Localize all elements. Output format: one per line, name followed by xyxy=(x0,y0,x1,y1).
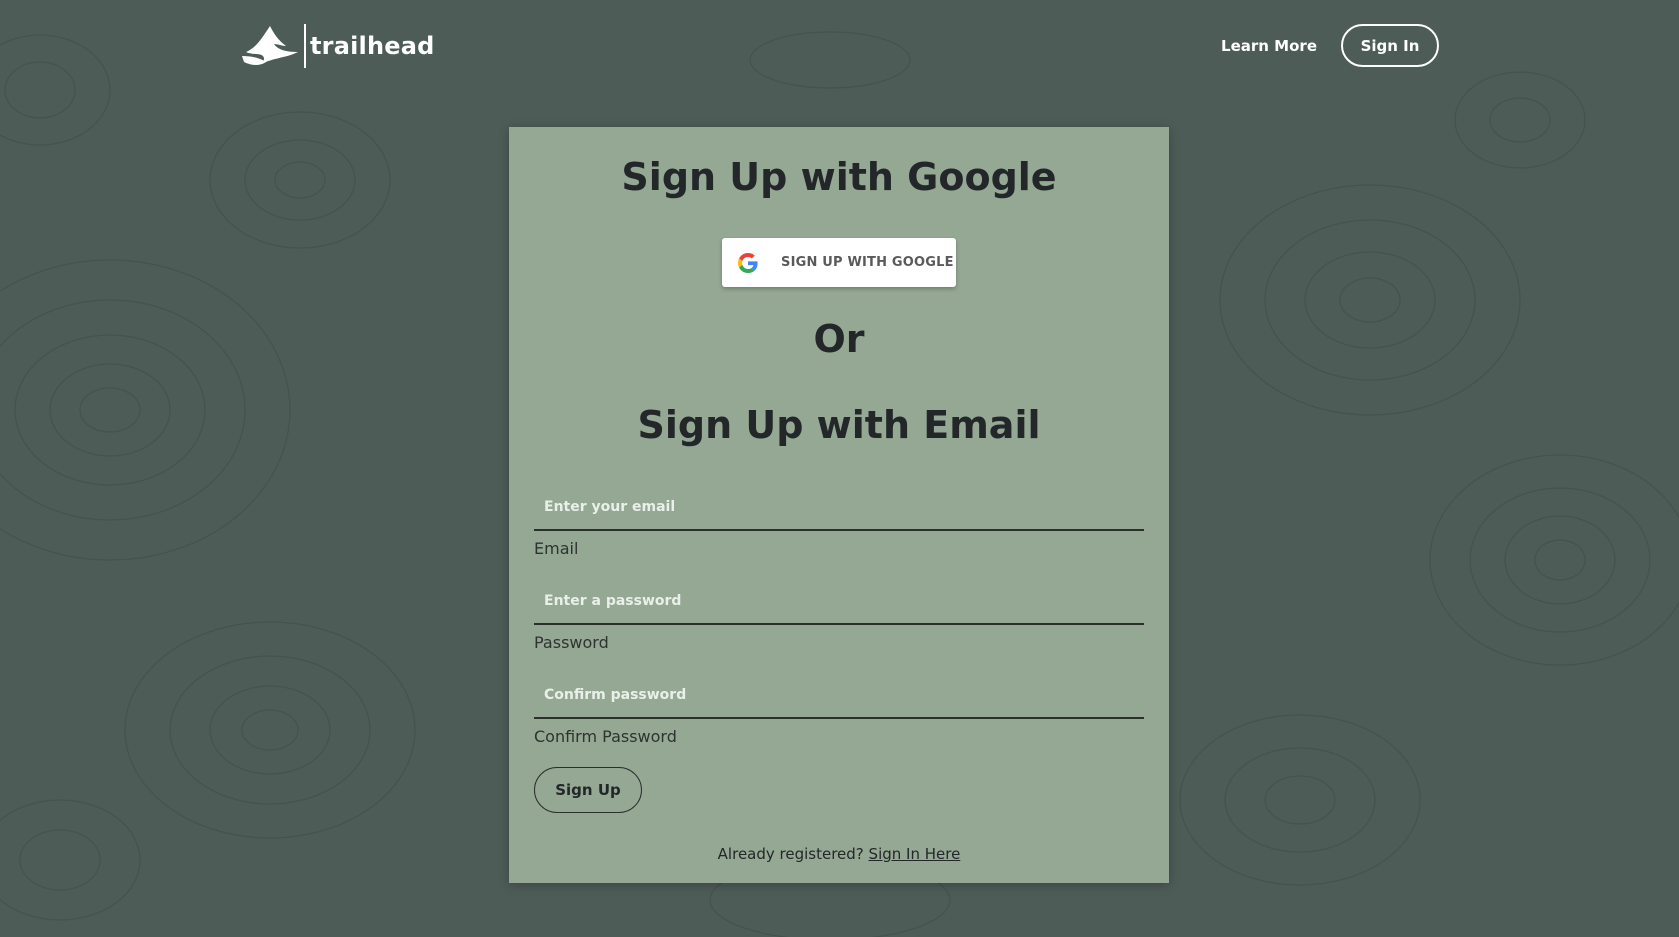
confirm-password-input[interactable] xyxy=(534,673,1144,719)
google-g-icon xyxy=(738,252,758,273)
logo-divider xyxy=(304,24,306,68)
confirm-password-label: Confirm Password xyxy=(534,727,677,746)
google-signup-button[interactable]: SIGN UP WITH GOOGLE xyxy=(722,238,956,287)
sign-in-button[interactable]: Sign In xyxy=(1341,24,1439,67)
sign-in-here-link[interactable]: Sign In Here xyxy=(869,845,961,863)
email-label: Email xyxy=(534,539,579,558)
brand-name: trailhead xyxy=(310,32,435,60)
google-signup-label: SIGN UP WITH GOOGLE xyxy=(781,255,954,270)
confirm-password-field-group: Confirm Password xyxy=(534,673,1144,746)
learn-more-link[interactable]: Learn More xyxy=(1221,37,1317,55)
signin-prompt: Already registered? Sign In Here xyxy=(509,845,1169,863)
mountain-logo-icon xyxy=(242,26,298,65)
top-header: trailhead Learn More Sign In xyxy=(0,0,1679,95)
top-nav: Learn More Sign In xyxy=(1221,24,1439,67)
signin-prompt-text: Already registered? xyxy=(717,845,864,863)
brand-logo[interactable]: trailhead xyxy=(238,22,435,70)
or-divider-heading: Or xyxy=(813,317,865,361)
password-field-group: Password xyxy=(534,579,1144,652)
password-input[interactable] xyxy=(534,579,1144,625)
password-label: Password xyxy=(534,633,609,652)
google-signup-heading: Sign Up with Google xyxy=(621,155,1057,199)
signup-card: Sign Up with Google SIGN UP WITH GOOGLE … xyxy=(509,127,1169,883)
email-input[interactable] xyxy=(534,485,1144,531)
email-field-group: Email xyxy=(534,485,1144,558)
email-signup-heading: Sign Up with Email xyxy=(637,403,1041,447)
sign-up-button[interactable]: Sign Up xyxy=(534,767,642,813)
